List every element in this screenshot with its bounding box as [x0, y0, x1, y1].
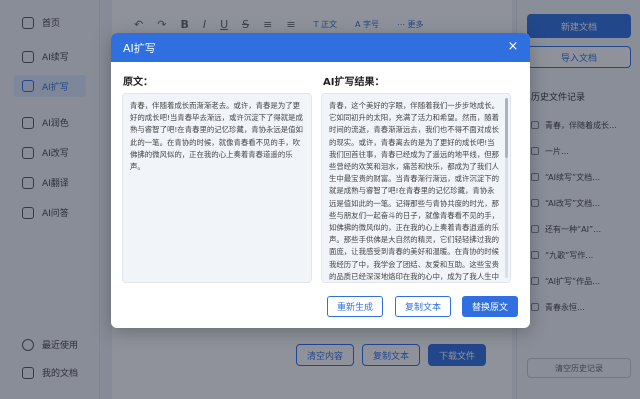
original-label: 原文： [123, 77, 153, 88]
copy-text-button[interactable]: 复制文本 [395, 296, 451, 317]
original-text: 青春，伴随着成长而渐渐老去。或许，青春是为了更好的成长吧!当青春毕去渐远，或许沉… [130, 101, 303, 172]
dialog-title: AI扩写 [123, 41, 156, 55]
close-icon[interactable]: × [506, 40, 520, 54]
dialog-header: AI扩写 × [111, 33, 530, 62]
scrollbar-thumb[interactable] [505, 98, 508, 158]
result-label: AI扩写结果： [323, 77, 385, 88]
replace-original-button[interactable]: 替换原文 [462, 296, 518, 317]
result-text: 青春，这个美好的字眼，伴随着我们一步步地成长。它如同初升的太阳，充满了活力和希望… [329, 101, 499, 281]
result-text-panel[interactable]: 青春，这个美好的字眼，伴随着我们一步步地成长。它如同初升的太阳，充满了活力和希望… [321, 93, 511, 283]
result-scrollbar[interactable] [505, 98, 508, 278]
original-text-panel[interactable]: 青春，伴随着成长而渐渐老去。或许，青春是为了更好的成长吧!当青春毕去渐远，或许沉… [122, 93, 312, 283]
regenerate-button[interactable]: 重新生成 [327, 296, 383, 317]
ai-expand-dialog: AI扩写 × 原文： AI扩写结果： 青春，伴随着成长而渐渐老去。或许，青春是为… [111, 33, 530, 328]
